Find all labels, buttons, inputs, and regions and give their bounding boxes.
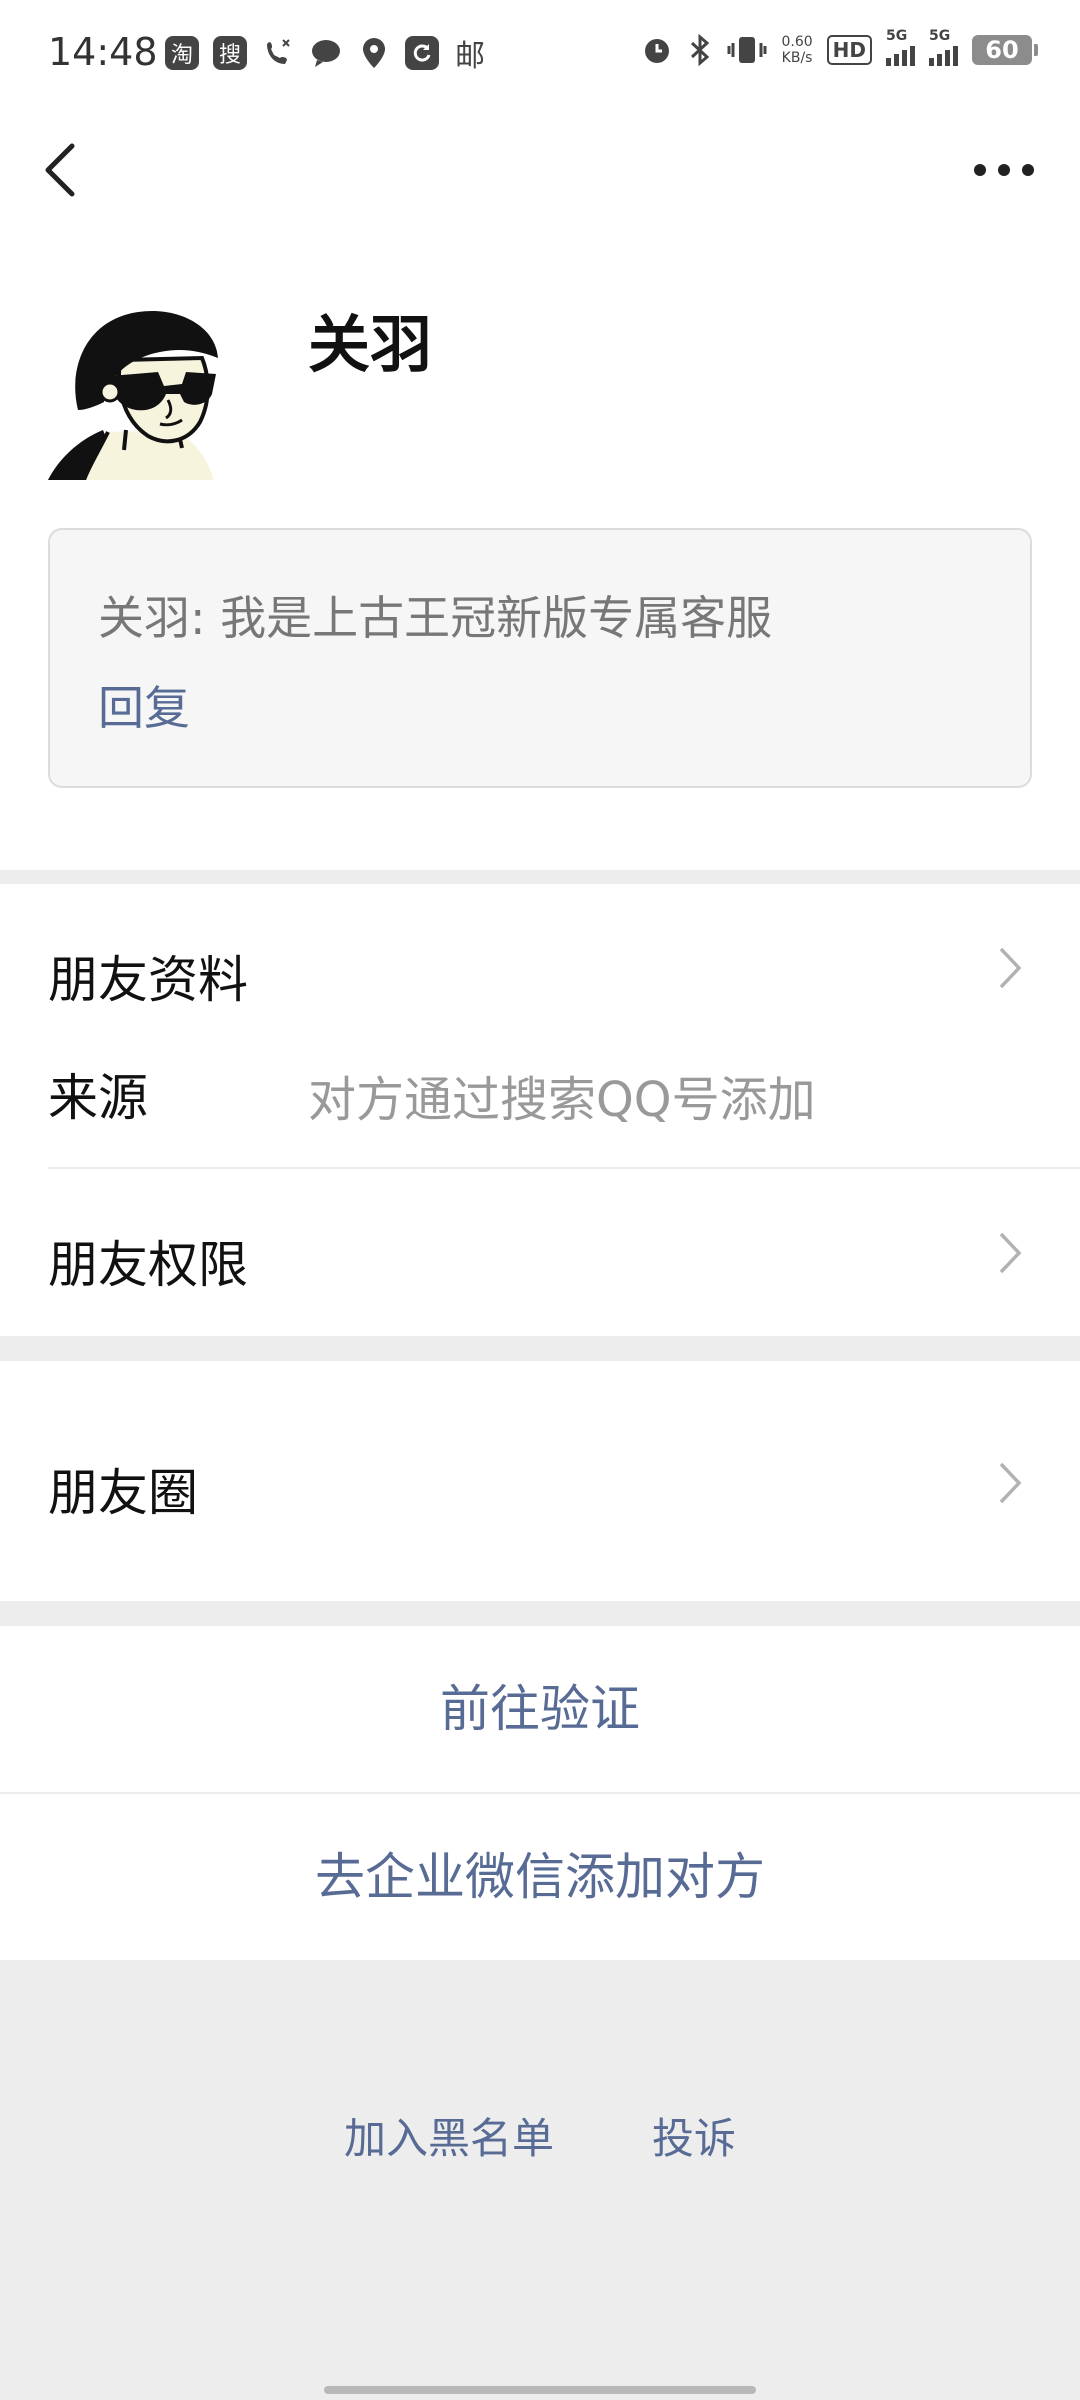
profile-header: 关羽 关羽: 我是上古王冠新版专属客服 回复 xyxy=(0,220,1080,884)
battery-icon: 60 xyxy=(972,35,1038,65)
location-du-icon xyxy=(357,36,391,70)
row-moments[interactable]: 朋友圈 xyxy=(0,1361,1080,1601)
chevron-right-icon xyxy=(999,1232,1022,1274)
add-via-wecom-button[interactable]: 去企业微信添加对方 xyxy=(0,1794,1080,1960)
row-source-value: 对方通过搜索QQ号添加 xyxy=(308,1072,816,1128)
row-source-label: 来源 xyxy=(48,1069,148,1127)
chevron-right-icon xyxy=(999,1462,1022,1504)
notification-icons: 淘 搜 邮 xyxy=(165,36,487,74)
mail-icon: 邮 xyxy=(455,39,485,74)
report-link[interactable]: 投诉 xyxy=(652,2105,736,2166)
vibrate-icon xyxy=(727,37,767,63)
signal-icon-1: 5G xyxy=(886,28,915,66)
back-icon[interactable] xyxy=(40,140,100,200)
status-time: 14:48 xyxy=(48,30,158,74)
net-speed: 0.60 KB/s xyxy=(781,34,813,66)
avatar[interactable] xyxy=(48,300,238,480)
system-icons: 0.60 KB/s HD 5G 5G 60 xyxy=(641,28,1038,66)
nav-bar xyxy=(0,120,1080,220)
signal-icon-2: 5G xyxy=(929,28,958,66)
search-app-icon: 搜 xyxy=(213,36,247,70)
more-icon[interactable] xyxy=(968,152,1040,188)
hd-voice-icon: HD xyxy=(826,35,872,65)
bluetooth-icon xyxy=(691,34,710,66)
info-section: 朋友资料 来源 对方通过搜索QQ号添加 朋友权限 xyxy=(0,884,1080,1336)
reply-link[interactable]: 回复 xyxy=(98,672,190,738)
row-friend-permissions[interactable]: 朋友权限 xyxy=(0,1169,1080,1334)
blacklist-link[interactable]: 加入黑名单 xyxy=(344,2105,554,2166)
chevron-right-icon xyxy=(999,947,1022,989)
row-friend-permissions-label: 朋友权限 xyxy=(48,1236,248,1294)
status-bar: 14:48 淘 搜 邮 0.60 KB/s HD 5G 5G 60 xyxy=(0,0,1080,120)
greeting-message-card: 关羽: 我是上古王冠新版专属客服 回复 xyxy=(48,528,1032,788)
taobao-icon: 淘 xyxy=(165,36,199,70)
refresh-app-icon xyxy=(405,36,439,70)
row-moments-label: 朋友圈 xyxy=(48,1464,198,1522)
phone-missed-icon xyxy=(261,36,295,70)
home-indicator[interactable] xyxy=(324,2386,756,2394)
greeting-message: 关羽: 我是上古王冠新版专属客服 xyxy=(98,591,773,645)
alarm-icon xyxy=(645,39,670,63)
row-friend-profile-label: 朋友资料 xyxy=(48,951,248,1009)
verify-button[interactable]: 前往验证 xyxy=(0,1626,1080,1792)
contact-name: 关羽 xyxy=(308,308,433,381)
footer-links: 加入黑名单 投诉 xyxy=(0,2105,1080,2166)
chat-bubble-icon xyxy=(309,36,343,70)
row-friend-profile[interactable]: 朋友资料 xyxy=(0,884,1080,1009)
